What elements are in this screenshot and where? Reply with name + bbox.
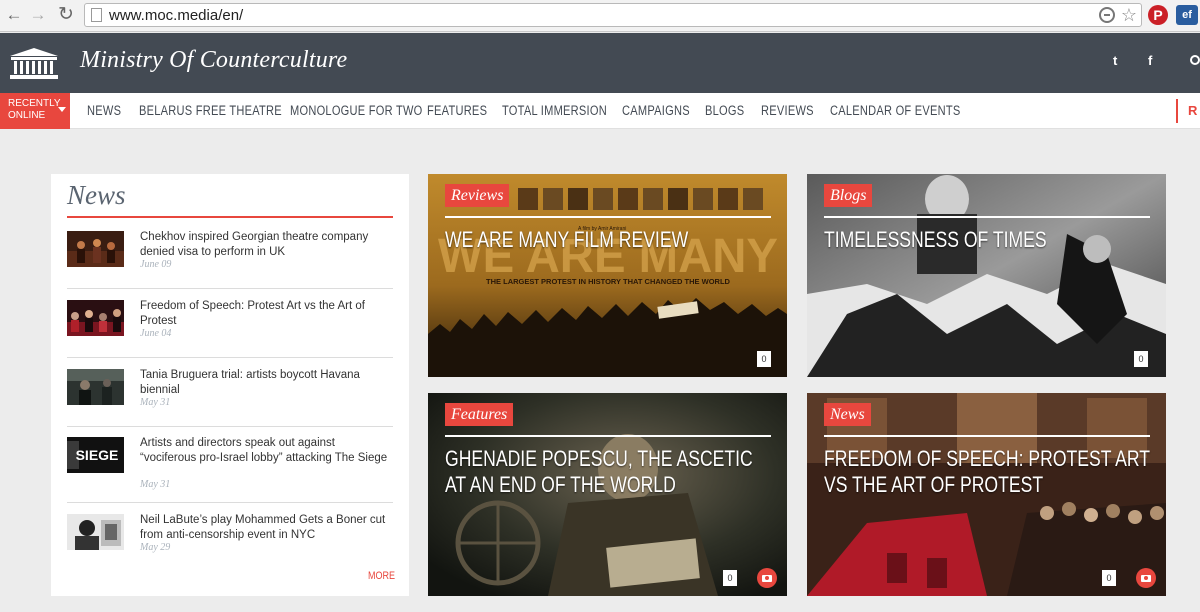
- news-thumbnail-image: [67, 300, 124, 336]
- article-card-news[interactable]: News FREEDOM OF SPEECH: PROTEST ART VS T…: [807, 393, 1166, 596]
- twitter-icon[interactable]: t: [1113, 53, 1117, 68]
- card-title[interactable]: FREEDOM OF SPEECH: PROTEST ART VS THE AR…: [824, 446, 1154, 498]
- news-date: June 09: [140, 259, 172, 270]
- news-date: May 31: [140, 397, 171, 408]
- nav-language-link[interactable]: R: [1176, 99, 1200, 123]
- nav-item-news[interactable]: NEWS: [87, 103, 121, 118]
- camera-gallery-icon[interactable]: [757, 568, 777, 588]
- nav-item-total-immersion[interactable]: TOTAL IMMERSION: [502, 103, 607, 118]
- news-more-link[interactable]: MORE: [368, 570, 395, 582]
- news-list-item[interactable]: Freedom of Speech: Protest Art vs the Ar…: [67, 300, 393, 358]
- site-header: Ministry Of Counterculture t f: [0, 33, 1200, 93]
- article-card-reviews[interactable]: A film by Amir Amirani WE ARE MANY THE L…: [428, 174, 787, 377]
- browser-toolbar: ← → ↻ www.moc.media/en/ ☆ P ef: [0, 0, 1200, 32]
- news-headline[interactable]: Artists and directors speak out against …: [140, 436, 390, 465]
- comment-count-badge: 0: [1134, 351, 1148, 367]
- card-divider: [824, 216, 1150, 218]
- card-category-tag[interactable]: Features: [445, 403, 514, 426]
- news-list-item[interactable]: Tania Bruguera trial: artists boycott Ha…: [67, 369, 393, 427]
- news-headline[interactable]: Freedom of Speech: Protest Art vs the Ar…: [140, 299, 390, 328]
- news-date: May 29: [140, 542, 171, 553]
- news-thumbnail-image: [67, 369, 124, 405]
- news-list-item[interactable]: Chekhov inspired Georgian theatre compan…: [67, 231, 393, 289]
- caret-down-icon: [58, 107, 66, 112]
- comment-count-badge: 0: [723, 570, 737, 586]
- card-category-tag[interactable]: Reviews: [445, 184, 510, 207]
- news-date: May 31: [140, 479, 171, 490]
- page-icon: [91, 8, 102, 22]
- recently-online-dropdown[interactable]: RECENTLY ONLINE: [0, 93, 70, 129]
- nav-item-reviews[interactable]: REVIEWS: [761, 103, 814, 118]
- nav-item-belarus-free-theatre[interactable]: BELARUS FREE THEATRE: [139, 103, 282, 118]
- news-panel-title[interactable]: News: [67, 180, 126, 211]
- bookmark-star-icon[interactable]: ☆: [1121, 4, 1137, 26]
- news-date: June 04: [140, 328, 172, 339]
- pinterest-extension-icon[interactable]: P: [1148, 5, 1168, 25]
- article-card-features[interactable]: Features GHENADIE POPESCU, THE ASCETIC A…: [428, 393, 787, 596]
- news-title-divider: [67, 216, 393, 218]
- news-list-item[interactable]: SIEGE Artists and directors speak out ag…: [67, 437, 393, 503]
- news-headline[interactable]: Tania Bruguera trial: artists boycott Ha…: [140, 368, 390, 397]
- nav-item-features[interactable]: FEATURES: [427, 103, 487, 118]
- nav-item-monologue-for-two[interactable]: MONOLOGUE FOR TWO: [290, 103, 423, 118]
- search-icon[interactable]: [1190, 55, 1200, 65]
- card-divider: [824, 435, 1150, 437]
- reload-icon[interactable]: ↻: [56, 5, 76, 25]
- news-thumbnail-image: [67, 514, 124, 550]
- card-divider: [445, 216, 771, 218]
- article-card-blogs[interactable]: Blogs TIMELESSNESS OF TIMES 0: [807, 174, 1166, 377]
- news-thumbnail-image: [67, 231, 124, 267]
- address-url: www.moc.media/en/: [109, 7, 244, 24]
- card-title[interactable]: GHENADIE POPESCU, THE ASCETIC AT AN END …: [445, 446, 775, 498]
- nav-item-calendar-of-events[interactable]: CALENDAR OF EVENTS: [830, 103, 961, 118]
- news-thumbnail-image: SIEGE: [67, 437, 124, 473]
- comment-count-badge: 0: [757, 351, 771, 367]
- nav-item-campaigns[interactable]: CAMPAIGNS: [622, 103, 690, 118]
- ministry-building-logo-icon[interactable]: [8, 46, 60, 80]
- card-divider: [445, 435, 771, 437]
- siege-thumb-text: SIEGE: [76, 447, 119, 463]
- news-headline[interactable]: Chekhov inspired Georgian theatre compan…: [140, 230, 390, 259]
- news-list-item[interactable]: Neil LaBute’s play Mohammed Gets a Boner…: [67, 514, 393, 558]
- main-navigation: RECENTLY ONLINE NEWS BELARUS FREE THEATR…: [0, 93, 1200, 129]
- news-headline[interactable]: Neil LaBute’s play Mohammed Gets a Boner…: [140, 513, 390, 542]
- card-title[interactable]: TIMELESSNESS OF TIMES: [824, 227, 1154, 253]
- back-arrow-icon[interactable]: ←: [4, 5, 24, 25]
- camera-gallery-icon[interactable]: [1136, 568, 1156, 588]
- nav-item-blogs[interactable]: BLOGS: [705, 103, 744, 118]
- poster-subtitle: THE LARGEST PROTEST IN HISTORY THAT CHAN…: [486, 277, 730, 286]
- news-panel: News Chekhov inspired Georgian theatre c…: [51, 174, 409, 596]
- card-title[interactable]: WE ARE MANY FILM REVIEW: [445, 227, 775, 253]
- facebook-icon[interactable]: f: [1148, 53, 1152, 68]
- card-category-tag[interactable]: News: [824, 403, 871, 426]
- forward-arrow-icon[interactable]: →: [28, 5, 48, 25]
- card-category-tag[interactable]: Blogs: [824, 184, 873, 207]
- address-bar[interactable]: www.moc.media/en/ ☆: [84, 3, 1142, 27]
- comment-count-badge: 0: [1102, 570, 1116, 586]
- site-brand-title[interactable]: Ministry Of Counterculture: [80, 47, 347, 74]
- zoom-icon[interactable]: [1099, 7, 1115, 23]
- ef-extension-icon[interactable]: ef: [1176, 5, 1198, 25]
